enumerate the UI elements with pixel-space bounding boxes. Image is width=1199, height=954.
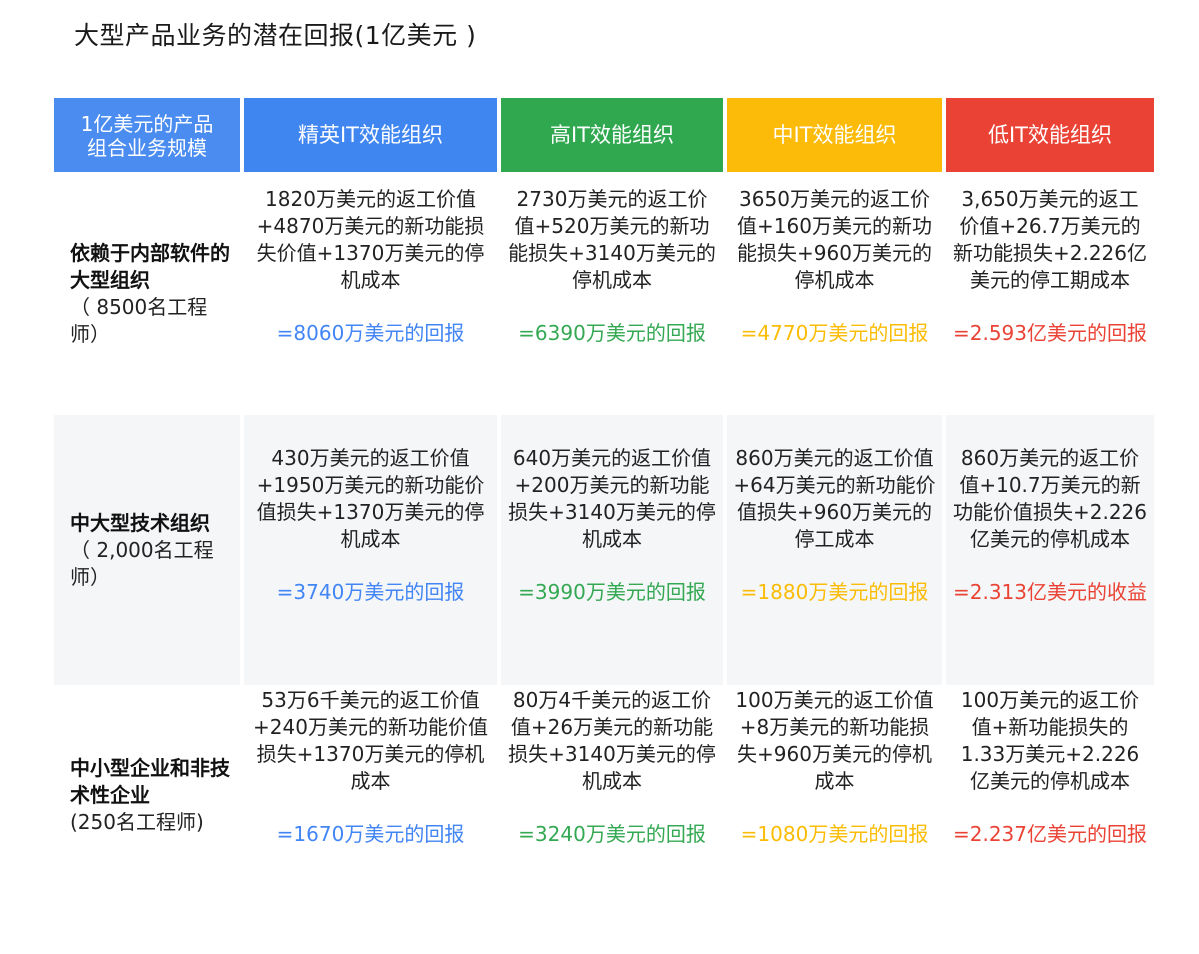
header-elite: 精英IT效能组织: [244, 98, 497, 172]
row-label-mid-large-tech: 中大型技术组织 （ 2,000名工程师）: [54, 415, 240, 685]
table-cell: 1820万美元的返工价值+4870万美元的新功能损失价值+1370万美元的停机成…: [244, 172, 497, 415]
header-portfolio-size-label: 1亿美元的产品 组合业务规模: [80, 112, 214, 160]
table-cell: 860万美元的返工价值+64万美元的新功能价值损失+960万美元的停工成本 =1…: [727, 415, 942, 685]
cell-description: 1820万美元的返工价值+4870万美元的新功能损失价值+1370万美元的停机成…: [256, 187, 485, 292]
table-cell: 80万4千美元的返工价值+26万美元的新功能损失+3140万美元的停机成本 =3…: [501, 685, 723, 906]
cell-result: =4770万美元的回报: [740, 321, 929, 345]
cell-result: =6390万美元的回报: [518, 321, 706, 345]
cell-result: =3240万美元的回报: [518, 822, 706, 846]
row-title: 中小型企业和非技术性企业: [70, 756, 230, 807]
row-engineer-count: （ 8500名工程师）: [70, 294, 208, 346]
header-high: 高IT效能组织: [501, 98, 723, 172]
table-cell: 100万美元的返工价值+新功能损失的1.33万美元+2.226亿美元的停机成本 …: [946, 685, 1154, 906]
table-cell: 53万6千美元的返工价值+240万美元的新功能价值损失+1370万美元的停机成本…: [244, 685, 497, 906]
table-cell: 3,650万美元的返工价值+26.7万美元的新功能损失+2.226亿美元的停工期…: [946, 172, 1154, 415]
cell-result: =2.237亿美元的回报: [952, 822, 1147, 846]
header-low: 低IT效能组织: [946, 98, 1154, 172]
cell-result: =1080万美元的回报: [740, 822, 929, 846]
table-cell: 100万美元的返工价值+8万美元的新功能损失+960万美元的停机成本 =1080…: [727, 685, 942, 906]
cell-description: 3,650万美元的返工价值+26.7万美元的新功能损失+2.226亿美元的停工期…: [952, 187, 1147, 292]
table-cell: 860万美元的返工价值+10.7万美元的新功能价值损失+2.226亿美元的停机成…: [946, 415, 1154, 685]
cell-result: =1880万美元的回报: [740, 580, 929, 604]
cell-result: =3740万美元的回报: [276, 580, 465, 604]
row-label-smb: 中小型企业和非技术性企业 (250名工程师): [54, 685, 240, 906]
cell-description: 640万美元的返工价值+200万美元的新功能损失+3140万美元的停机成本: [508, 446, 716, 551]
cell-description: 80万4千美元的返工价值+26万美元的新功能损失+3140万美元的停机成本: [508, 688, 716, 793]
row-title: 依赖于内部软件的大型组织: [70, 240, 230, 292]
row-title: 中大型技术组织: [70, 510, 210, 535]
roi-table: 1亿美元的产品 组合业务规模 精英IT效能组织 高IT效能组织 中IT效能组织 …: [54, 98, 1154, 906]
cell-result: =8060万美元的回报: [276, 321, 465, 345]
cell-description: 860万美元的返工价值+10.7万美元的新功能价值损失+2.226亿美元的停机成…: [952, 446, 1147, 551]
cell-result: =3990万美元的回报: [518, 580, 706, 604]
table-cell: 430万美元的返工价值+1950万美元的新功能价值损失+1370万美元的停机成本…: [244, 415, 497, 685]
cell-description: 53万6千美元的返工价值+240万美元的新功能价值损失+1370万美元的停机成本: [253, 688, 488, 793]
cell-description: 2730万美元的返工价值+520万美元的新功能损失+3140万美元的停机成本: [508, 187, 716, 292]
table-cell: 2730万美元的返工价值+520万美元的新功能损失+3140万美元的停机成本 =…: [501, 172, 723, 415]
table-cell: 3650万美元的返工价值+160万美元的新功能损失+960万美元的停机成本 =4…: [727, 172, 942, 415]
cell-description: 3650万美元的返工价值+160万美元的新功能损失+960万美元的停机成本: [737, 187, 932, 292]
cell-description: 430万美元的返工价值+1950万美元的新功能价值损失+1370万美元的停机成本: [256, 446, 485, 551]
table-cell: 640万美元的返工价值+200万美元的新功能损失+3140万美元的停机成本 =3…: [501, 415, 723, 685]
row-engineer-count: （ 2,000名工程师）: [70, 537, 214, 589]
row-label-large-org: 依赖于内部软件的大型组织 （ 8500名工程师）: [54, 172, 240, 415]
row-engineer-count: (250名工程师): [70, 810, 204, 834]
cell-description: 860万美元的返工价值+64万美元的新功能价值损失+960万美元的停工成本: [733, 446, 936, 551]
cell-description: 100万美元的返工价值+8万美元的新功能损失+960万美元的停机成本: [735, 688, 934, 793]
header-portfolio-size: 1亿美元的产品 组合业务规模: [54, 98, 240, 172]
header-medium: 中IT效能组织: [727, 98, 942, 172]
cell-description: 100万美元的返工价值+新功能损失的1.33万美元+2.226亿美元的停机成本: [960, 688, 1140, 793]
cell-result: =2.593亿美元的回报: [952, 321, 1147, 345]
cell-result: =2.313亿美元的收益: [952, 580, 1147, 604]
cell-result: =1670万美元的回报: [276, 822, 465, 846]
page-title: 大型产品业务的潜在回报(1亿美元 ): [74, 21, 477, 50]
